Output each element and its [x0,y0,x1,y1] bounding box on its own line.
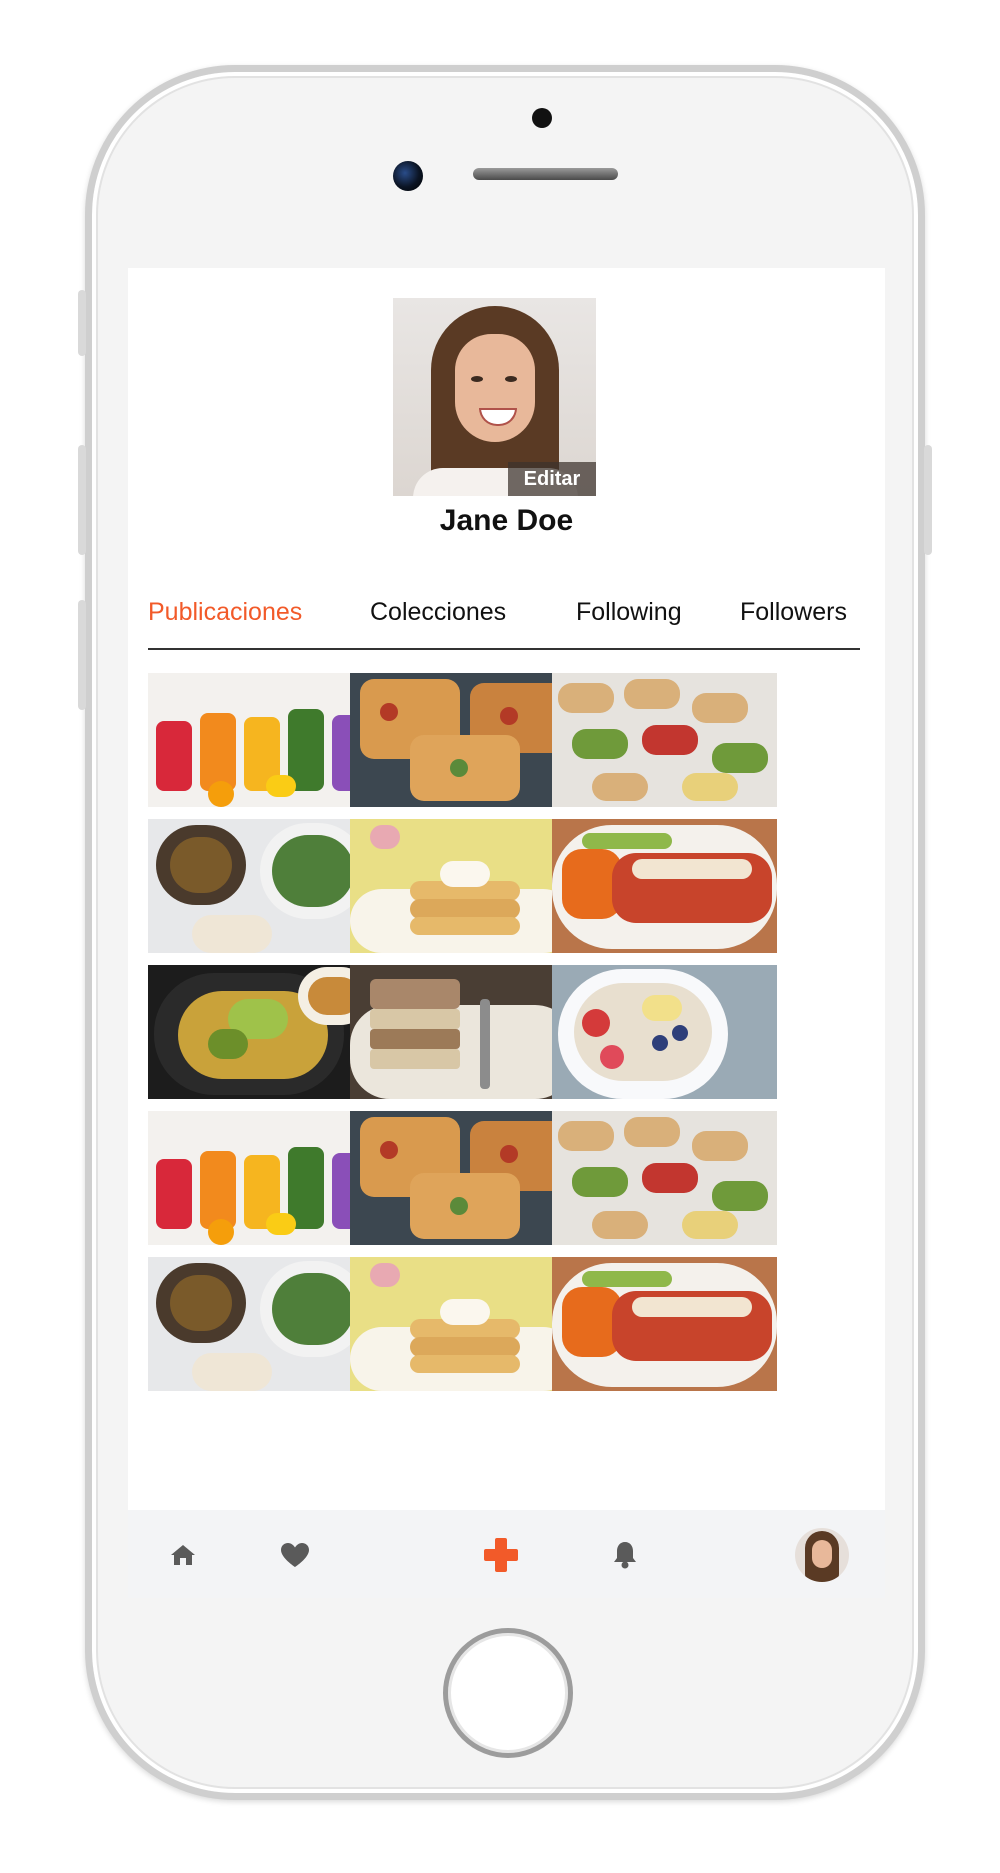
tab-publicaciones[interactable]: Publicaciones [148,598,302,627]
profile-name: Jane Doe [439,504,574,537]
proximity-sensor [532,108,552,128]
post-thumbnail-enchiladas-plate[interactable] [552,1257,777,1391]
profile-avatar[interactable]: Editar [393,298,596,496]
app-screen: Editar Jane Doe Publicaciones Coleccione… [128,268,885,1598]
post-thumbnail-pancakes-stack[interactable] [350,1257,575,1391]
post-thumbnail-pizza-slices[interactable] [350,673,575,807]
post-thumbnail-smoothies-jars[interactable] [148,673,373,807]
profile-tabs: Publicaciones Colecciones Following Foll… [148,598,860,650]
tab-followers[interactable]: Followers [740,598,847,627]
mute-switch [78,600,86,710]
home-icon[interactable] [170,1543,196,1567]
volume-down-button [78,445,86,555]
tab-following[interactable]: Following [576,598,682,627]
front-camera [393,161,423,191]
post-thumbnail-salad-bowls[interactable] [148,819,373,953]
post-thumbnail-enchiladas-plate[interactable] [552,819,777,953]
post-thumbnail-bruschetta-toasts[interactable] [552,1111,777,1245]
post-thumbnail-pizza-slices[interactable] [350,1111,575,1245]
post-thumbnail-layer-cake-slice[interactable] [350,965,575,1099]
heart-icon[interactable] [280,1542,310,1568]
post-thumbnail-smoothies-jars[interactable] [148,1111,373,1245]
earpiece-speaker [473,168,618,180]
power-button [924,445,932,555]
volume-up-button [78,290,86,356]
post-thumbnail-pancakes-stack[interactable] [350,819,575,953]
home-button[interactable] [443,1628,573,1758]
tab-colecciones[interactable]: Colecciones [370,598,506,627]
bottom-nav [128,1510,885,1598]
bell-icon[interactable] [612,1540,638,1570]
plus-icon[interactable] [482,1536,520,1574]
post-thumbnail-oatmeal-berries[interactable] [552,965,777,1099]
post-thumbnail-salad-bowls[interactable] [148,1257,373,1391]
edit-avatar-button[interactable]: Editar [508,462,596,496]
profile-avatar-nav[interactable] [795,1528,849,1582]
post-thumbnail-avocado-nachos[interactable] [148,965,373,1099]
post-thumbnail-bruschetta-toasts[interactable] [552,673,777,807]
